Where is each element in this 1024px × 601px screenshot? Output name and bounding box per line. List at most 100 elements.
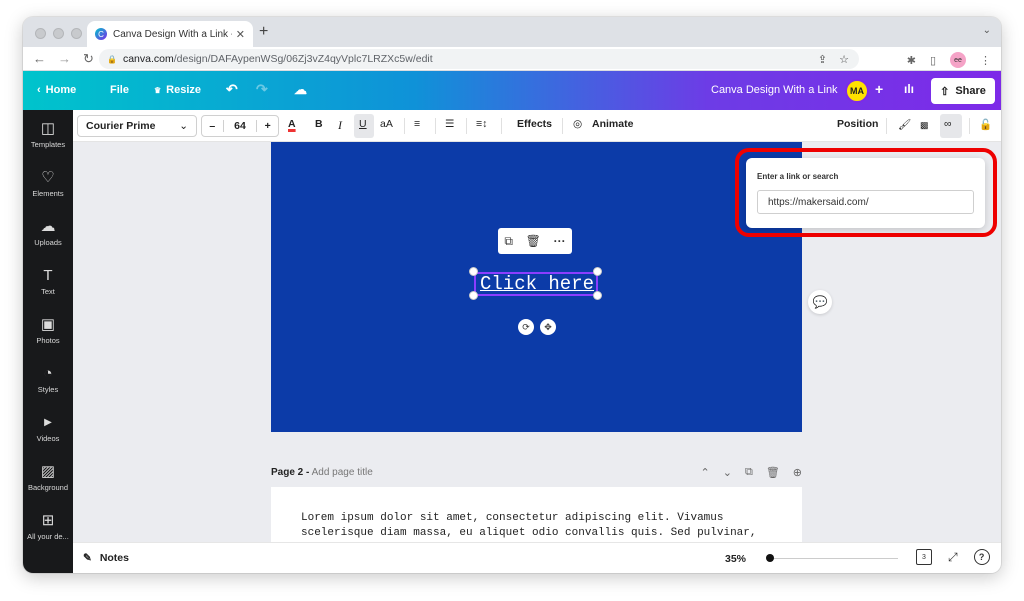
duplicate-page-icon[interactable]: ⧉ [745, 466, 753, 479]
move-page-up-icon[interactable]: ⌃ [701, 466, 710, 479]
new-tab-button[interactable]: + [259, 23, 268, 41]
file-menu-button[interactable]: File [110, 84, 129, 96]
add-collaborator-button[interactable]: + [875, 81, 883, 97]
sidebar-label: Videos [36, 434, 60, 443]
decrease-size-button[interactable]: – [202, 120, 223, 132]
user-avatar[interactable]: MA [845, 79, 869, 103]
highlight-annotation-ring [735, 148, 997, 237]
sidebar-label: Background [27, 483, 69, 492]
effects-button[interactable]: Effects [517, 118, 552, 130]
resize-label: Resize [166, 84, 202, 96]
font-family-dropdown[interactable]: Courier Prime ⌄ [77, 115, 197, 137]
elements-icon: ♡ [41, 169, 55, 186]
align-center-icon[interactable]: ≡ [414, 118, 420, 130]
transparency-icon[interactable]: ▩ [920, 120, 929, 131]
redo-button[interactable]: ↷ [256, 81, 268, 98]
lock-icon[interactable]: 🔓 [979, 118, 992, 131]
paint-roller-icon[interactable]: 🖌 [898, 118, 911, 131]
delete-trash-icon[interactable]: 🗑 [526, 234, 541, 248]
font-size-stepper: – 64 + [201, 115, 279, 137]
side-panel-icon[interactable]: ▯ [930, 54, 936, 67]
close-tab-icon[interactable]: ✕ [236, 28, 245, 41]
add-page-title-input[interactable]: Add page title [312, 467, 373, 478]
chevron-left-icon: ‹ [37, 84, 41, 96]
sidebar-item-text[interactable]: T Text [23, 267, 73, 296]
rotate-handle-icon[interactable]: ⟳ [518, 319, 534, 335]
browser-menu-icon[interactable]: ⋮ [980, 54, 991, 67]
sidebar-item-videos[interactable]: ▶ Videos [23, 414, 73, 443]
document-title[interactable]: Canva Design With a Link [711, 84, 838, 96]
move-handle-icon[interactable]: ✥ [540, 319, 556, 335]
italic-button[interactable]: I [338, 118, 342, 133]
sidebar-item-styles[interactable]: ◔ Styles [23, 365, 73, 394]
link-icon[interactable]: ∞ [944, 118, 952, 130]
page-1-canvas[interactable]: ⧉ 🗑 ··· Click here ⟳ ✥ [271, 142, 802, 432]
zoom-slider-track[interactable] [768, 558, 898, 559]
maximize-window-button[interactable] [71, 28, 82, 39]
text-toolbar: Courier Prime ⌄ – 64 + A B I U aA ≡ ☰ ≡↕… [73, 110, 1001, 142]
url-bar[interactable]: 🔒 canva.com /design/DAFAypenWSg/06Zj3vZ4… [99, 49, 859, 69]
left-sidebar: ◫ Templates ♡ Elements ☁ Uploads T Text ▣ Pho… [23, 110, 73, 573]
extensions-icon[interactable]: ✱ [907, 54, 916, 67]
resize-button[interactable]: ♛ Resize [154, 84, 201, 96]
divider [404, 118, 405, 134]
sidebar-item-background[interactable]: ▨ Background [23, 463, 73, 492]
browser-tab[interactable]: C Canva Design With a Link - Blo ✕ [87, 21, 253, 47]
sidebar-label: Uploads [34, 238, 62, 247]
cloud-saved-icon[interactable]: ☁ [294, 82, 307, 98]
fullscreen-icon[interactable]: ⤢ [948, 550, 958, 565]
reload-button[interactable]: ↻ [83, 51, 94, 67]
spacing-icon[interactable]: ≡↕ [476, 118, 487, 130]
page-2-label: Page 2 - [271, 467, 310, 478]
move-page-down-icon[interactable]: ⌄ [723, 466, 732, 479]
position-button[interactable]: Position [837, 118, 878, 130]
notes-button[interactable]: ✎ Notes [83, 552, 129, 564]
divider [435, 118, 436, 134]
letter-case-button[interactable]: aA [380, 118, 393, 130]
duplicate-icon[interactable]: ⧉ [504, 234, 513, 249]
resize-handle[interactable] [593, 267, 602, 276]
increase-size-button[interactable]: + [257, 120, 278, 132]
insights-chart-icon[interactable]: ılı [904, 82, 914, 96]
close-window-button[interactable] [35, 28, 46, 39]
page-2-canvas[interactable]: Lorem ipsum dolor sit amet, consectetur … [271, 487, 802, 542]
bullet-list-icon[interactable]: ☰ [445, 118, 454, 130]
sidebar-item-all-designs[interactable]: ⊞ All your de... [23, 512, 73, 541]
sidebar-item-uploads[interactable]: ☁ Uploads [23, 218, 73, 247]
resize-handle[interactable] [469, 267, 478, 276]
sidebar-label: Photos [36, 336, 60, 345]
sidebar-item-templates[interactable]: ◫ Templates [23, 120, 73, 149]
tab-search-chevron-icon[interactable]: ⌄ [983, 25, 991, 36]
resize-handle[interactable] [593, 291, 602, 300]
back-button[interactable]: ← [33, 51, 46, 67]
animate-button[interactable]: Animate [592, 118, 633, 130]
profile-avatar[interactable]: ee [950, 52, 966, 68]
document-title-text: Canva Design With a Link [711, 84, 838, 96]
share-button[interactable]: ⇧ Share [931, 78, 995, 104]
animate-icon: ◎ [573, 118, 583, 130]
bold-button[interactable]: B [315, 118, 323, 130]
share-page-icon[interactable]: ⇪ [818, 53, 827, 66]
sidebar-label: All your de... [27, 532, 69, 541]
more-options-icon[interactable]: ··· [554, 234, 566, 248]
sidebar-item-elements[interactable]: ♡ Elements [23, 169, 73, 198]
text-color-button[interactable]: A [288, 118, 296, 130]
home-button[interactable]: ‹ Home [37, 84, 76, 96]
font-size-input[interactable]: 64 [222, 120, 258, 132]
divider [969, 118, 970, 134]
zoom-slider-knob[interactable] [766, 554, 774, 562]
undo-button[interactable]: ↶ [226, 81, 238, 98]
add-page-icon[interactable]: ⊕ [793, 466, 802, 479]
help-button[interactable]: ? [973, 549, 990, 565]
minimize-window-button[interactable] [53, 28, 64, 39]
add-comment-button[interactable]: 💬 [808, 290, 832, 314]
forward-button[interactable]: → [58, 51, 71, 67]
selected-text-element[interactable]: Click here [477, 272, 597, 296]
underline-button[interactable]: U [359, 118, 367, 130]
sidebar-item-photos[interactable]: ▣ Photos [23, 316, 73, 345]
delete-page-icon[interactable]: 🗑 [766, 466, 780, 479]
resize-handle[interactable] [469, 291, 478, 300]
page-count-button[interactable]: 3 [916, 549, 932, 565]
bookmark-star-icon[interactable]: ☆ [839, 53, 849, 66]
lock-icon: 🔒 [107, 54, 117, 64]
